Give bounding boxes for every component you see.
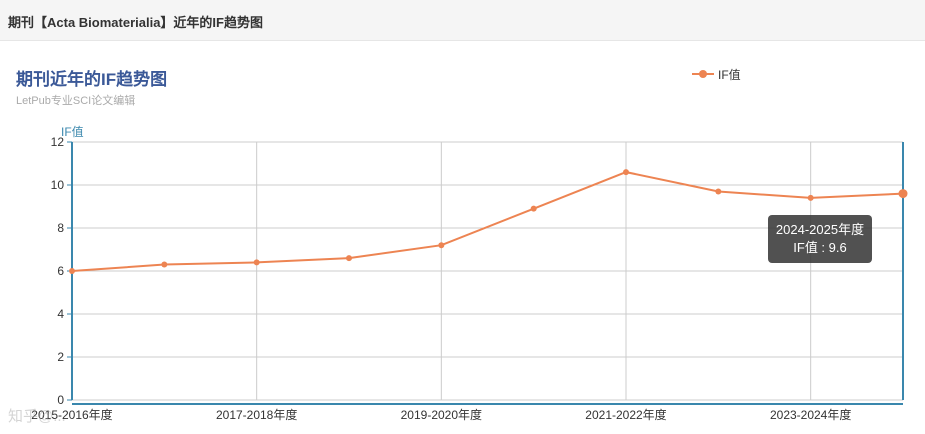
data-point	[898, 189, 908, 199]
watermark: 知乎@...	[8, 408, 66, 425]
y-tick-label: 6	[57, 264, 64, 278]
x-tick-label: 2023-2024年度	[770, 407, 851, 422]
y-tick-label: 4	[57, 307, 64, 321]
tooltip-category: 2024-2025年度	[775, 222, 865, 237]
tooltip: 2024-2025年度 IF值 : 9.6	[768, 215, 872, 263]
data-point	[438, 242, 445, 249]
x-tick-label: 2019-2020年度	[401, 407, 482, 422]
data-point	[530, 205, 537, 212]
data-point	[161, 261, 168, 268]
data-point	[346, 255, 352, 262]
y-tick-label: 8	[57, 221, 64, 235]
data-point	[253, 259, 260, 266]
tooltip-value: IF值 : 9.6	[793, 240, 847, 255]
data-point	[69, 268, 75, 274]
y-tick-label: 10	[51, 178, 65, 192]
y-tick-label: 2	[57, 350, 64, 364]
data-point	[715, 188, 722, 195]
x-tick-label: 2017-2018年度	[216, 407, 297, 422]
data-point	[807, 194, 814, 201]
y-tick-label: 12	[51, 135, 65, 149]
x-tick-label: 2021-2022年度	[585, 407, 666, 422]
data-point	[623, 169, 629, 176]
